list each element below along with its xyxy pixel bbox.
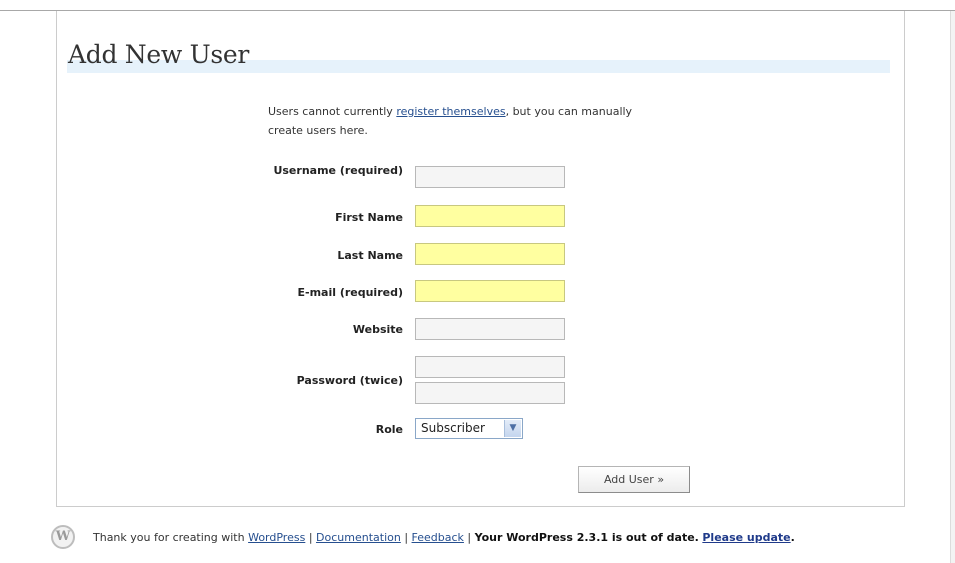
please-update-link[interactable]: Please update xyxy=(702,531,790,544)
email-label: E-mail (required) xyxy=(297,286,403,299)
role-label: Role xyxy=(375,423,403,436)
password-label: Password (twice) xyxy=(296,374,403,387)
footer-thanks: Thank you for creating with xyxy=(93,531,249,544)
outdated-notice: Your WordPress 2.3.1 is out of date. xyxy=(474,531,699,544)
website-label: Website xyxy=(352,323,403,336)
username-input[interactable] xyxy=(415,166,565,188)
password-input[interactable] xyxy=(415,356,565,378)
add-user-button[interactable]: Add User » xyxy=(578,466,690,493)
wordpress-link[interactable]: WordPress xyxy=(248,531,305,544)
last-name-input[interactable] xyxy=(415,243,565,265)
password-confirm-input[interactable] xyxy=(415,382,565,404)
wordpress-logo-icon: W xyxy=(51,525,75,549)
scrollbar-edge[interactable] xyxy=(950,11,955,563)
documentation-link[interactable]: Documentation xyxy=(316,531,401,544)
footer-period: . xyxy=(790,531,795,544)
email-input[interactable] xyxy=(415,280,565,302)
role-select[interactable]: Subscriber ▼ xyxy=(415,418,523,439)
intro-text-before: Users cannot currently xyxy=(268,105,397,118)
register-themselves-link[interactable]: register themselves xyxy=(396,105,505,118)
footer-separator: | xyxy=(400,531,412,544)
website-input[interactable] xyxy=(415,318,565,340)
page-title: Add New User xyxy=(68,40,250,69)
last-name-label: Last Name xyxy=(337,249,403,262)
intro-text: Users cannot currently register themselv… xyxy=(268,102,668,140)
first-name-label: First Name xyxy=(335,211,403,224)
first-name-input[interactable] xyxy=(415,205,565,227)
footer-separator: | xyxy=(305,531,317,544)
footer-text: Thank you for creating with WordPress | … xyxy=(93,531,795,544)
username-label: Username (required) xyxy=(273,164,403,177)
chevron-down-icon[interactable]: ▼ xyxy=(504,420,521,437)
feedback-link[interactable]: Feedback xyxy=(412,531,464,544)
footer-separator: | xyxy=(463,531,475,544)
role-select-value: Subscriber xyxy=(421,421,485,435)
